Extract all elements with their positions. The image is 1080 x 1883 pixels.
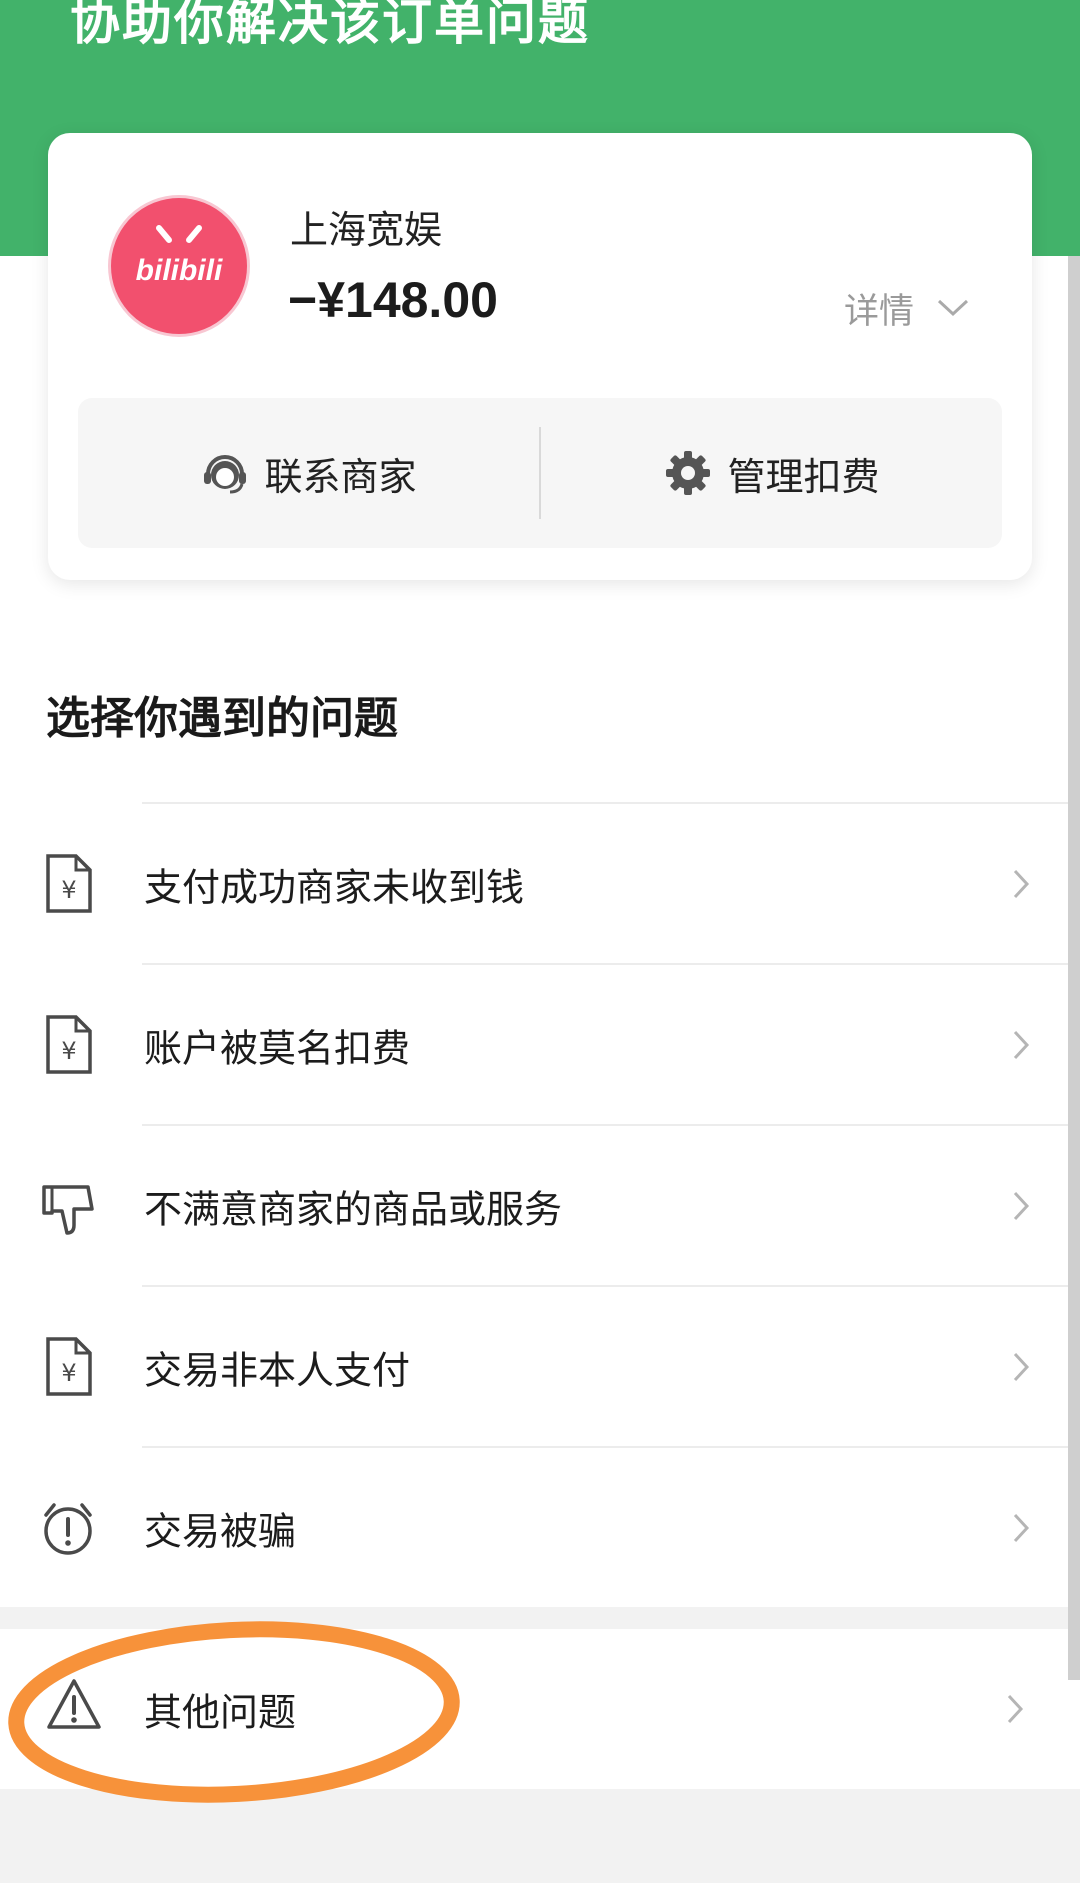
manage-deduction-button[interactable]: 管理扣费 [541, 398, 1002, 548]
gear-icon [666, 451, 711, 495]
detail-label: 详情 [844, 291, 915, 332]
banner-text: 协助你解决该订单问题 [70, 0, 590, 51]
yuan-document-icon: ¥ [46, 1336, 92, 1396]
issue-label: 不满意商家的商品或服务 [144, 1187, 563, 1231]
bottom-area [0, 1789, 1080, 1883]
contact-merchant-button[interactable]: 联系商家 [78, 398, 539, 548]
manage-deduction-label: 管理扣费 [727, 454, 880, 499]
warning-triangle-icon [47, 1679, 101, 1729]
scrollbar[interactable] [1068, 256, 1080, 1680]
issue-not-paid-by-me[interactable]: ¥ 交易非本人支付 [46, 1285, 1068, 1446]
detail-toggle[interactable]: 详情 [844, 283, 970, 333]
alarm-clock-warning-icon [44, 1502, 92, 1555]
chevron-right-icon [1013, 1352, 1030, 1381]
issue-scammed[interactable]: 交易被骗 [44, 1446, 1068, 1607]
chevron-right-icon [1013, 1513, 1030, 1542]
issue-unsatisfied-product[interactable]: 不满意商家的商品或服务 [42, 1124, 1068, 1285]
section-title: 选择你遇到的问题 [46, 693, 398, 744]
svg-text:¥: ¥ [61, 1359, 76, 1387]
section-gap [0, 1607, 1068, 1629]
issue-label: 交易被骗 [144, 1509, 297, 1553]
chevron-right-icon [1013, 1030, 1030, 1059]
issue-label: 其他问题 [144, 1690, 297, 1735]
thumbs-down-icon [42, 1184, 94, 1235]
contact-merchant-label: 联系商家 [264, 454, 417, 499]
bilibili-logo-icon: bilibili [136, 225, 223, 287]
yuan-document-icon: ¥ [46, 1014, 92, 1074]
merchant-name: 上海宽娱 [290, 208, 443, 252]
action-bar: 联系商家 管理扣费 [78, 398, 1002, 548]
chevron-right-icon [1007, 1694, 1024, 1724]
issue-list: ¥ 支付成功商家未收到钱 ¥ 账户被莫名扣费 不满意商家的商品或服务 ¥ 交易非… [0, 802, 1068, 1607]
issue-label: 账户被莫名扣费 [144, 1026, 411, 1070]
svg-text:¥: ¥ [61, 876, 76, 904]
issue-label: 交易非本人支付 [144, 1348, 411, 1392]
issue-label: 支付成功商家未收到钱 [144, 865, 525, 909]
order-amount: −¥148.00 [288, 272, 498, 328]
issue-other[interactable]: 其他问题 [0, 1629, 1068, 1789]
order-card: bilibili 上海宽娱 −¥148.00 详情 联系商家 管理扣费 [48, 133, 1032, 580]
chevron-right-icon [1013, 1191, 1030, 1220]
merchant-logo: bilibili [108, 195, 250, 337]
chevron-down-icon [937, 299, 969, 317]
logo-wordmark: bilibili [136, 254, 223, 287]
yuan-document-icon: ¥ [46, 853, 92, 913]
issue-payment-not-received[interactable]: ¥ 支付成功商家未收到钱 [46, 802, 1068, 963]
svg-text:¥: ¥ [61, 1037, 76, 1065]
headset-icon [204, 455, 247, 494]
issue-unexplained-deduction[interactable]: ¥ 账户被莫名扣费 [46, 963, 1068, 1124]
chevron-right-icon [1013, 869, 1030, 898]
